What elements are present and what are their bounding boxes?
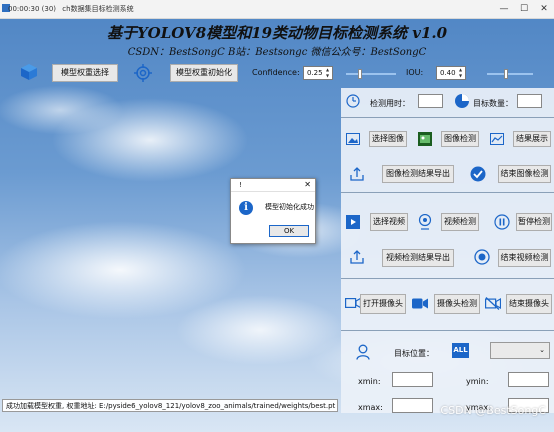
- dialog-title: !: [239, 181, 242, 189]
- xmin-value: [392, 372, 433, 387]
- stop-circle-icon: [474, 249, 490, 265]
- clock-icon: [346, 94, 360, 108]
- ymin-value: [508, 372, 549, 387]
- dialog-close-icon[interactable]: ✕: [304, 179, 311, 191]
- window-title-prefix: 00:00:30 (30): [8, 5, 57, 13]
- target-select-dropdown[interactable]: ⌄: [490, 342, 550, 359]
- divider: [341, 278, 554, 279]
- divider: [341, 330, 554, 331]
- ok-button[interactable]: OK: [269, 225, 309, 237]
- divider: [341, 192, 554, 193]
- model-select-button[interactable]: 模型权重选择: [52, 64, 118, 82]
- check-circle-icon: [470, 166, 486, 182]
- video-camera-icon: [412, 298, 428, 309]
- all-badge: ALL: [452, 343, 469, 358]
- model-init-button[interactable]: 模型权重初始化: [170, 64, 238, 82]
- camera-detect-button[interactable]: 摄像头检测: [434, 294, 480, 314]
- detect-time-label: 检测用时：: [370, 99, 410, 108]
- target-count-value: [517, 94, 542, 108]
- divider: [341, 117, 554, 118]
- end-video-detect-button[interactable]: 结束视频检测: [498, 249, 551, 267]
- target-icon: [134, 64, 152, 82]
- dialog-titlebar: ! ✕: [231, 179, 315, 192]
- page-subtitle: CSDN：BestSongC B站：Bestsongc 微信公众号：BestSo…: [127, 47, 427, 58]
- chevron-down-icon: ⌄: [539, 346, 545, 354]
- xmax-value: [392, 398, 433, 413]
- target-count-label: 目标数量：: [473, 99, 513, 108]
- confidence-spinbox[interactable]: 0.25: [303, 66, 333, 80]
- camera-icon: [345, 297, 361, 309]
- image-detect-button[interactable]: 图像检测: [441, 131, 479, 147]
- window-titlebar: 00:00:30 (30) ch数据集目标检测系统 — ☐ ✕: [0, 0, 554, 19]
- image-detect-icon: [418, 132, 432, 146]
- iou-slider[interactable]: [487, 69, 533, 79]
- page-title: 基于YOLOV8模型和19类动物目标检测系统 v1.0: [106, 24, 448, 42]
- window-title: 00:00:30 (30) ch数据集目标检测系统: [8, 4, 134, 14]
- iou-spinbox[interactable]: 0.40: [436, 66, 466, 80]
- video-detect-button[interactable]: 视频检测: [441, 213, 479, 231]
- confidence-slider[interactable]: [346, 69, 396, 79]
- end-camera-button[interactable]: 结束摄像头: [506, 294, 552, 314]
- target-position-label: 目标位置：: [394, 349, 434, 358]
- result-show-button[interactable]: 结果展示: [513, 131, 551, 147]
- chart-line-icon: [490, 133, 504, 145]
- image-export-button[interactable]: 图像检测结果导出: [382, 165, 454, 183]
- status-bar: 成功加载模型权重, 权重地址: E:/pyside6_yolov8_121/yo…: [2, 399, 338, 412]
- end-image-detect-button[interactable]: 结束图像检测: [498, 165, 551, 183]
- confidence-label: Confidence:: [252, 68, 300, 77]
- video-icon: [346, 215, 360, 229]
- video-export-button[interactable]: 视频检测结果导出: [382, 249, 454, 267]
- iou-slider-handle[interactable]: [504, 69, 508, 79]
- xmin-label: xmin:: [358, 377, 381, 386]
- select-video-button[interactable]: 选择视频: [370, 213, 408, 231]
- detect-time-value: [418, 94, 443, 108]
- confidence-slider-handle[interactable]: [358, 69, 362, 79]
- watermark: CSDN @BestSongC: [440, 404, 546, 417]
- select-image-button[interactable]: 选择图像: [369, 131, 407, 147]
- ymin-label: ymin:: [466, 377, 489, 386]
- upload-icon: [350, 167, 364, 181]
- window-title-text: ch数据集目标检测系统: [62, 5, 134, 13]
- image-icon: [346, 133, 360, 145]
- open-camera-button[interactable]: 打开摄像头: [360, 294, 406, 314]
- close-button[interactable]: ✕: [534, 0, 554, 18]
- minimize-button[interactable]: —: [494, 0, 514, 18]
- pause-detect-button[interactable]: 暂停检测: [516, 213, 552, 231]
- maximize-button[interactable]: ☐: [514, 0, 534, 18]
- window-controls: — ☐ ✕: [494, 0, 554, 18]
- webcam-icon: [418, 214, 432, 230]
- message-dialog: ! ✕ i 模型初始化成功 OK: [230, 178, 316, 244]
- user-icon: [356, 344, 370, 360]
- cube-icon: [21, 64, 37, 80]
- pause-icon: [494, 214, 510, 230]
- camera-off-icon: [485, 297, 501, 310]
- xmax-label: xmax:: [358, 403, 383, 412]
- dialog-message: 模型初始化成功: [265, 203, 314, 211]
- info-icon: i: [239, 201, 253, 215]
- upload-icon: [350, 250, 364, 264]
- iou-label: IOU:: [406, 68, 424, 77]
- pie-chart-icon: [455, 94, 469, 108]
